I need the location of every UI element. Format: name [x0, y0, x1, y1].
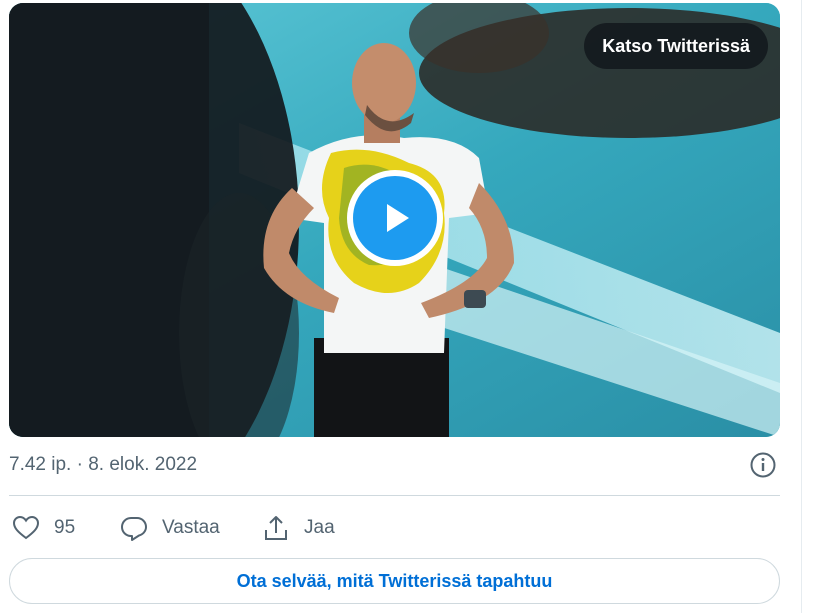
tweet-card: Katso Twitterissä 7.42 ip. · 8. elok. 20… [0, 0, 790, 613]
play-button[interactable] [347, 170, 443, 266]
video-thumbnail[interactable]: Katso Twitterissä [9, 3, 780, 437]
share-label: Jaa [304, 517, 335, 538]
column-border [801, 0, 802, 613]
watch-on-twitter-button[interactable]: Katso Twitterissä [584, 23, 768, 69]
like-count: 95 [54, 517, 76, 538]
share-button[interactable]: Jaa [262, 512, 335, 544]
divider [9, 495, 780, 496]
reply-label: Vastaa [162, 517, 220, 538]
info-icon[interactable] [750, 452, 776, 478]
reply-button[interactable]: Vastaa [120, 512, 220, 544]
explore-twitter-button[interactable]: Ota selvää, mitä Twitterissä tapahtuu [9, 558, 780, 604]
like-button[interactable]: 95 [12, 512, 75, 544]
reply-bubble-icon [121, 517, 147, 541]
tweet-timestamp[interactable]: 7.42 ip. · 8. elok. 2022 [9, 454, 197, 476]
play-icon-background [353, 176, 437, 260]
share-icon [265, 516, 287, 540]
heart-icon [12, 515, 40, 540]
play-icon [387, 204, 409, 232]
